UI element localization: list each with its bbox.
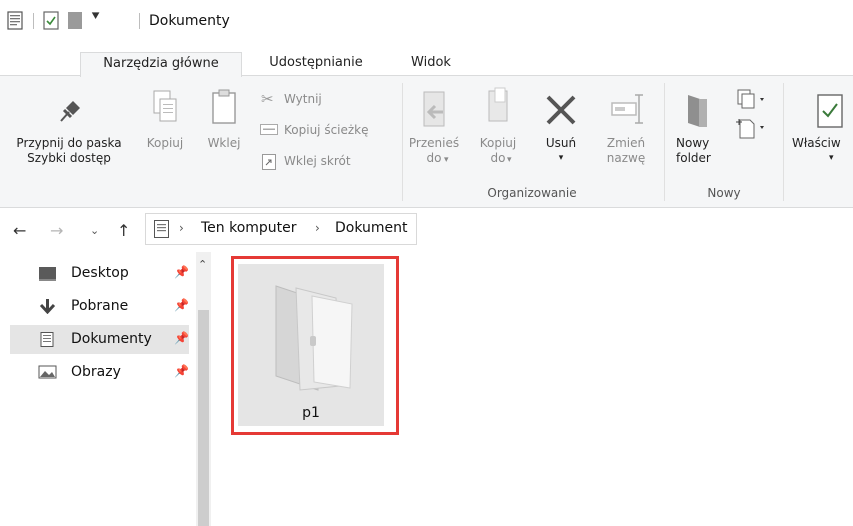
copy-to-label-2: do [490,151,506,165]
desktop-icon [39,267,56,281]
properties-button[interactable]: Właściw ▾ [786,85,853,185]
move-to-icon [423,91,445,127]
download-icon [39,299,56,314]
address-bar[interactable]: › Ten komputer › Dokument [145,213,417,245]
forward-arrow-icon[interactable]: → [50,221,63,240]
move-to-label-1: Przenieś [408,136,460,150]
separator [139,13,140,29]
cut-button[interactable]: ✂ Wytnij [259,89,389,111]
nav-item-pictures[interactable]: Obrazy 📌 [10,358,189,387]
pin-icon: 📌 [174,364,189,378]
tab-view[interactable]: Widok [396,52,466,76]
document-icon[interactable] [7,11,23,30]
pin-icon: 📌 [174,265,189,279]
delete-dropdown-icon: ▾ [558,153,564,163]
move-to-label-2: do [426,151,442,165]
copy-to-icon [488,87,508,122]
group-separator [783,83,784,201]
group-separator [664,83,665,201]
breadcrumb-this-pc[interactable]: Ten komputer [201,220,297,236]
nav-label-documents: Dokumenty [71,331,152,347]
move-to-button[interactable]: Przenieś do ▾ [406,85,462,185]
back-arrow-icon[interactable]: ← [13,221,26,240]
title-bar: ⯆ Dokumenty [0,0,853,44]
document-location-icon [154,220,169,238]
paste-shortcut-button[interactable]: Wklej skrót [259,151,389,173]
document-icon [40,332,54,347]
pin-icon: 📌 [174,298,189,312]
properties-label: Właściw [792,136,841,150]
nav-item-downloads[interactable]: Pobrane 📌 [10,292,189,321]
copy-label: Kopiuj [146,136,184,150]
breadcrumb-documents[interactable]: Dokument [335,220,414,236]
delete-x-icon [546,95,576,125]
new-group-label: Nowy [707,186,741,200]
new-folder-label-1: Nowy [676,136,710,150]
copy-icon [153,90,177,122]
tab-share[interactable]: Udostępnianie [252,52,380,76]
copy-button[interactable]: Kopiuj [140,85,190,185]
paste-label: Wklej [207,136,241,150]
properties-dropdown-icon: ▾ [829,153,834,163]
paste-button[interactable]: Wklej [198,85,250,185]
nav-scrollbar-thumb[interactable] [198,310,209,526]
pin-quick-access-button[interactable]: Przypnij do paska Szybki dostęp [0,85,138,185]
up-arrow-icon[interactable]: ↑ [117,221,130,240]
properties-icon [817,94,843,128]
new-folder-icon [688,95,707,127]
group-separator [402,83,403,201]
move-to-dropdown-icon: ▾ [444,155,449,165]
rename-icon [611,94,643,124]
paste-shortcut-icon [262,154,276,170]
copy-to-button[interactable]: Kopiuj do ▾ [470,85,526,185]
nav-label-downloads: Pobrane [71,298,129,314]
pin-quick-label-2: Szybki dostęp [27,151,111,165]
scissors-icon: ✂ [261,90,274,108]
paste-shortcut-label: Wklej skrót [284,154,351,168]
nav-item-documents[interactable]: Dokumenty 📌 [10,325,189,354]
new-folder-label-2: folder [676,151,711,165]
organize-group-label: Organizowanie [487,186,577,200]
breadcrumb-separator-icon: › [315,221,320,235]
copy-to-dropdown-icon: ▾ [507,155,512,165]
delete-label: Usuń [545,136,577,150]
nav-label-desktop: Desktop [71,265,129,281]
selection-highlight-box [231,256,399,435]
properties-check-icon[interactable] [43,11,59,30]
delete-button[interactable]: Usuń ▾ [533,85,589,185]
new-folder-button[interactable]: Nowy folder [668,85,730,185]
copy-path-button[interactable]: Kopiuj ścieżkę [259,120,394,142]
pin-icon: 📌 [174,331,189,345]
copy-path-label: Kopiuj ścieżkę [284,123,369,137]
new-folder-quick-icon[interactable] [67,11,83,30]
easy-access-icon[interactable] [734,116,772,140]
rename-label-2: nazwę [606,151,646,165]
rename-label-1: Zmień [606,136,646,150]
new-item-icon[interactable] [734,88,772,112]
cut-label: Wytnij [284,92,322,106]
scroll-up-arrow-icon[interactable]: ⌃ [198,258,207,271]
pin-quick-label-1: Przypnij do paska [16,136,122,150]
customize-quick-access-icon[interactable]: ⯆ [90,9,101,25]
copy-path-icon [260,124,278,135]
pictures-icon [38,365,57,379]
pin-icon [60,101,80,122]
nav-label-pictures: Obrazy [71,364,121,380]
window-title: Dokumenty [149,13,230,29]
paste-clipboard-icon [212,89,236,124]
tab-home[interactable]: Narzędzia główne [80,52,242,77]
separator [33,13,34,29]
rename-button[interactable]: Zmień nazwę [597,85,655,185]
nav-item-desktop[interactable]: Desktop 📌 [10,259,189,288]
copy-to-label-1: Kopiuj [479,136,517,150]
breadcrumb-separator-icon: › [179,221,184,235]
recent-locations-chevron-icon[interactable]: ⌄ [90,224,99,237]
